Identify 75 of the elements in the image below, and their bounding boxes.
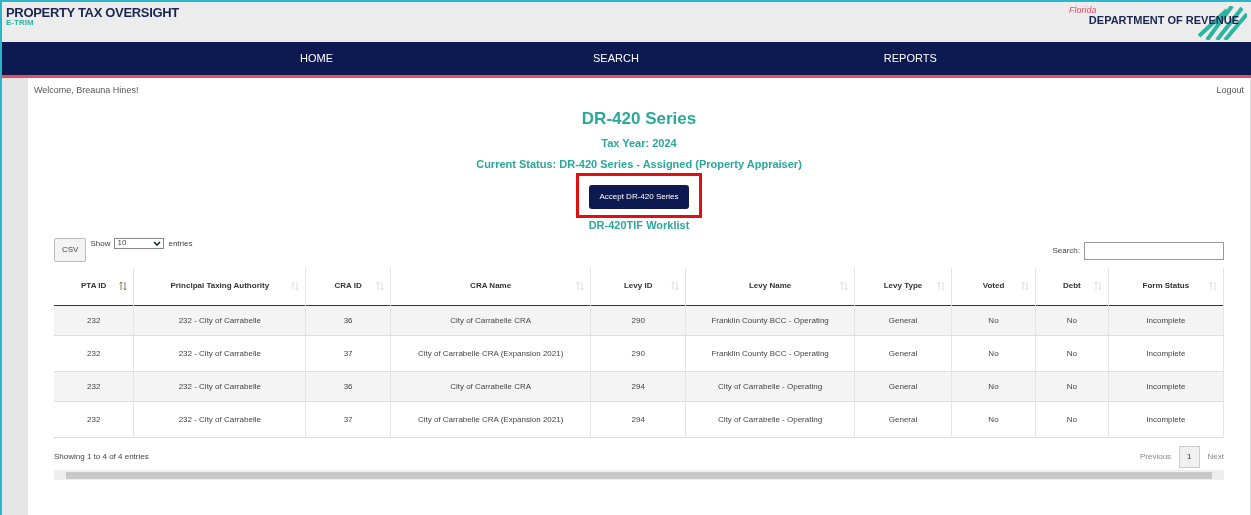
column-header[interactable]: Form Status [1142,280,1190,293]
welcome-text: Welcome, Breauna Hines! [34,84,139,97]
table-cell: 37 [305,335,391,372]
table-cell: City of Carrabelle CRA (Expansion 2021) [390,401,591,438]
column-header[interactable]: CRA Name [470,280,512,293]
column-header[interactable]: Levy Type [883,280,923,293]
site-title: PROPERTY TAX OVERSIGHT [6,6,179,19]
table-cell: No [951,401,1036,438]
logout-link[interactable]: Logout [1216,84,1244,98]
site-subtitle: E-TRIM [6,19,35,27]
nav-link[interactable]: REPORTS [883,50,937,67]
show-label: Show [90,237,111,250]
column-header[interactable]: Debt [1062,280,1081,293]
table-cell: General [854,305,952,336]
page-size-select[interactable]: 10 [114,237,165,249]
page-title: DR-420 Series [581,107,697,130]
entries-info: Showing 1 to 4 of 4 entries [54,451,149,463]
table-cell: No [1035,371,1109,402]
column-header[interactable]: Levy ID [623,280,653,293]
search-field[interactable] [1084,241,1224,260]
table-cell: No [1035,305,1109,336]
table-cell: 37 [305,401,391,438]
table-cell: Franklin County BCC - Operating [685,335,855,372]
column-header[interactable]: PTA ID [81,280,107,293]
current-status: Current Status: DR-420 Series - Assigned (Property Appraiser) [476,156,802,172]
table-cell: City of Carrabelle - Operating [685,371,855,402]
table-cell: Incomplete [1108,305,1224,336]
table-cell: City of Carrabelle CRA (Expansion 2021) [390,335,591,372]
table-cell: 232 - City of Carrabelle [133,305,306,336]
table-cell: City of Carrabelle - Operating [685,401,855,438]
table-cell: 36 [305,371,391,402]
table-cell: General [854,335,952,372]
table-cell: Incomplete [1108,335,1224,372]
table-cell: 232 [54,371,134,402]
table-cell: 232 [54,401,134,438]
tax-year: Tax Year: 2024 [601,136,677,151]
table-cell: No [1035,401,1109,438]
table-cell: 232 - City of Carrabelle [133,401,306,438]
worklist-title: DR-420TIF Worklist [588,218,690,233]
csv-button[interactable]: CSV [54,237,87,262]
table-cell: 290 [590,335,686,372]
previous-link[interactable]: Previous [1139,451,1172,463]
table-cell: 232 - City of Carrabelle [133,335,306,372]
table-cell: No [1035,335,1109,372]
column-header[interactable]: CRA ID [334,280,362,293]
table-cell: 232 [54,335,134,372]
accept-button[interactable]: Accept DR-420 Series [589,185,689,209]
nav-link[interactable]: SEARCH [593,50,639,67]
column-header[interactable]: Principal Taxing Authority [170,280,270,293]
table-cell: No [951,371,1036,402]
entries-label: entries [168,237,193,250]
table-cell: City of Carrabelle CRA [390,305,591,336]
table-cell: 294 [590,371,686,402]
table-cell: 232 [54,305,134,336]
table-cell: No [951,305,1036,336]
table-cell: 232 - City of Carrabelle [133,371,306,402]
chevron-down-icon [153,240,162,246]
nav-link[interactable]: HOME [300,50,333,67]
search-label: Search: [1052,244,1080,257]
horizontal-scrollbar[interactable] [54,470,1224,480]
table-cell: Franklin County BCC - Operating [685,305,855,336]
table-cell: 294 [590,401,686,438]
sort-icon[interactable] [119,281,128,292]
table-cell: 36 [305,305,391,336]
table-cell: Incomplete [1108,371,1224,402]
table-cell: General [854,401,952,438]
column-header[interactable]: Levy Name [748,280,792,293]
column-header[interactable]: Voted [982,280,1005,293]
table-cell: 290 [590,305,686,336]
table-cell: General [854,371,952,402]
table-cell: City of Carrabelle CRA [390,371,591,402]
next-link[interactable]: Next [1207,451,1224,463]
table-cell: No [951,335,1036,372]
page-button[interactable]: 1 [1179,446,1200,468]
table-cell: Incomplete [1108,401,1224,438]
